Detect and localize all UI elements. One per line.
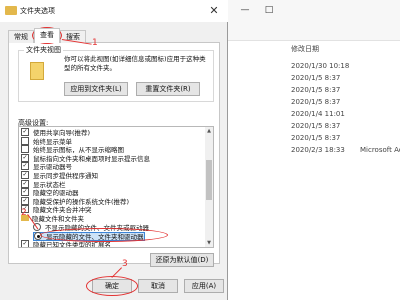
reset-folders-button[interactable]: 重置文件夹(R) [136, 82, 200, 96]
folder-view-description: 你可以将此视图(如详细信息或图标)应用于这种类型的所有文件夹。 [64, 55, 206, 72]
scroll-down-arrow-icon[interactable]: ▼ [205, 239, 213, 247]
apply-to-folders-button[interactable]: 应用到文件夹(L) [64, 82, 128, 96]
close-button[interactable]: ✕ [206, 3, 222, 19]
date-cell: 2020/1/5 8:37 [291, 86, 341, 94]
setting-label: 隐藏受保护的操作系统文件(推荐) [33, 197, 130, 206]
date-cell: 2020/1/4 11:01 [291, 110, 345, 118]
checkbox-checked[interactable]: ✓ [21, 179, 29, 188]
annotation-circle-ok [86, 276, 138, 296]
annotation-2: 2 [21, 208, 27, 218]
setting-label: 隐藏文件和文件夹 [32, 215, 84, 223]
setting-label: 显示驱动器号 [33, 163, 72, 172]
setting-label: 隐藏空的驱动器 [33, 189, 79, 198]
setting-label: 鼠标指向文件夹和桌面项时显示提示信息 [33, 154, 150, 163]
apply-button[interactable]: 应用(A) [184, 279, 224, 293]
type-cell: Microsoft Acce [360, 146, 400, 154]
setting-label: 隐藏文件夹合并冲突 [33, 206, 92, 215]
annotation-3: 3 [122, 259, 128, 269]
setting-label: 显示状态栏 [33, 180, 66, 189]
dialog-titlebar[interactable]: 文件夹选项 ✕ [0, 0, 228, 22]
folder-options-dialog: 文件夹选项 ✕ 常规 查看 搜索 文件夹视图 你可以将此视图(如详细信息或图标)… [0, 0, 228, 300]
setting-label: 显示同步提供程序通知 [33, 172, 98, 180]
scroll-thumb[interactable] [206, 160, 212, 200]
minimize-button[interactable]: — [236, 4, 254, 16]
checkbox-checked[interactable]: ✓ [21, 171, 29, 179]
date-column-header[interactable]: 修改日期 [291, 44, 319, 54]
explorer-window: — □ 修改日期 2020/1/30 10:18 2020/1/5 8:37 2… [228, 0, 400, 300]
dialog-title: 文件夹选项 [20, 7, 55, 15]
checkbox-checked[interactable]: ✓ [21, 239, 29, 247]
checkbox-checked[interactable]: ✓ [21, 128, 29, 136]
checkbox-checked[interactable]: ✓ [21, 188, 29, 197]
folder-view-icon [30, 62, 44, 80]
folder-icon [5, 6, 17, 15]
setting-label: 始终显示图标，从不显示缩略图 [33, 146, 124, 155]
date-cell: 2020/1/30 10:18 [291, 62, 350, 70]
setting-label: 使用共享向导(推荐) [33, 129, 91, 137]
tab-view[interactable]: 查看 [34, 28, 60, 43]
checkbox-checked[interactable]: ✓ [21, 196, 29, 205]
restore-defaults-button[interactable]: 还原为默认值(D) [150, 253, 214, 267]
annotation-1: 1 [92, 38, 98, 48]
setting-label: 始终显示菜单 [33, 137, 72, 146]
checkbox-unchecked[interactable] [21, 136, 29, 145]
cancel-button[interactable]: 取消 [138, 279, 178, 293]
date-cell: 2020/2/3 18:33 [291, 146, 345, 154]
date-cell: 2020/1/5 8:37 [291, 122, 341, 130]
tab-general[interactable]: 常规 [8, 30, 34, 43]
date-cell: 2020/1/5 8:37 [291, 98, 341, 106]
checkbox-unchecked[interactable] [21, 145, 29, 154]
annotation-circle-show-hidden [40, 228, 168, 242]
checkbox-checked[interactable]: ✓ [21, 153, 29, 162]
maximize-button[interactable]: □ [260, 4, 278, 16]
date-cell: 2020/1/5 8:37 [291, 134, 341, 142]
explorer-ribbon: — □ [228, 0, 400, 41]
scroll-up-arrow-icon[interactable]: ▲ [205, 127, 213, 135]
date-cell: 2020/1/5 8:37 [291, 74, 341, 82]
checkbox-checked[interactable]: ✓ [21, 162, 29, 171]
folder-view-legend: 文件夹视图 [24, 45, 63, 55]
